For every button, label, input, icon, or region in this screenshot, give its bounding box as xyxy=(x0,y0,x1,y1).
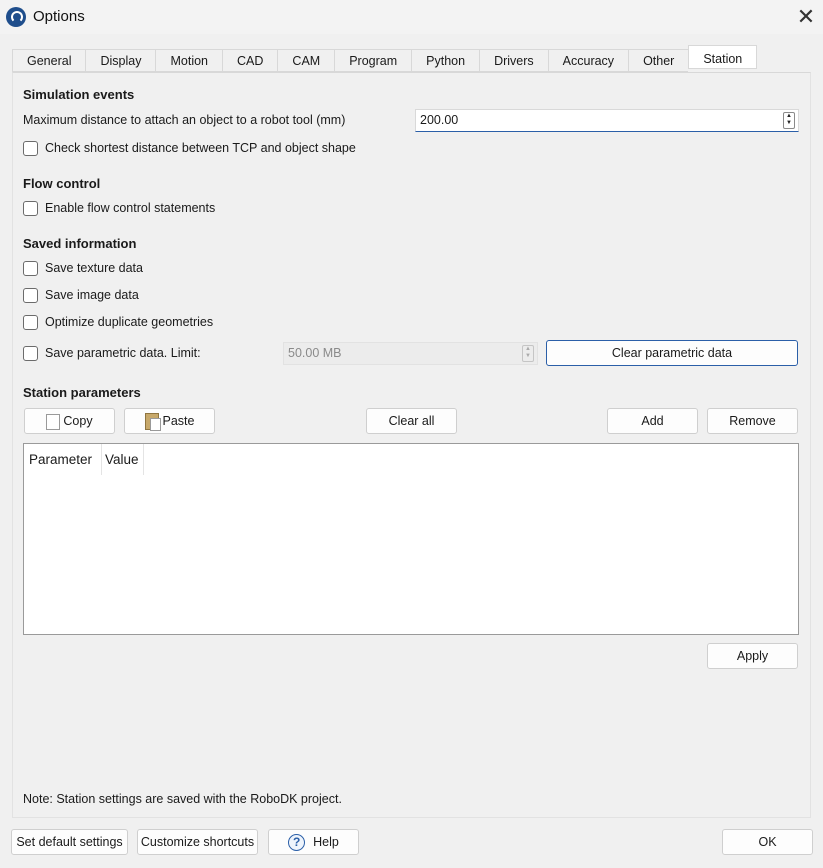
tab-program[interactable]: Program xyxy=(334,49,412,72)
attach-distance-label: Maximum distance to attach an object to … xyxy=(23,113,346,127)
add-button[interactable]: Add xyxy=(607,408,698,434)
tab-python[interactable]: Python xyxy=(411,49,480,72)
spin-arrows-icon[interactable]: ▲ ▼ xyxy=(783,112,795,129)
help-button[interactable]: ? Help xyxy=(268,829,359,855)
tab-other[interactable]: Other xyxy=(628,49,689,72)
optimize-geometries-checkbox[interactable] xyxy=(23,315,38,330)
help-label: Help xyxy=(313,835,339,849)
clear-all-button[interactable]: Clear all xyxy=(366,408,457,434)
save-parametric-label: Save parametric data. Limit: xyxy=(45,346,201,360)
spin-arrows-icon[interactable]: ▲ ▼ xyxy=(522,345,534,362)
flow-control-checkbox[interactable] xyxy=(23,201,38,216)
tab-general[interactable]: General xyxy=(12,49,86,72)
copy-label: Copy xyxy=(63,414,93,428)
ok-button[interactable]: OK xyxy=(722,829,813,855)
simulation-events-heading: Simulation events xyxy=(23,87,135,102)
station-note: Note: Station settings are saved with th… xyxy=(23,792,342,806)
shortest-distance-label: Check shortest distance between TCP and … xyxy=(45,141,356,155)
customize-shortcuts-button[interactable]: Customize shortcuts xyxy=(137,829,258,855)
tab-drivers[interactable]: Drivers xyxy=(479,49,548,72)
station-parameters-heading: Station parameters xyxy=(23,385,141,400)
parametric-limit-input[interactable]: 50.00 MB ▲ ▼ xyxy=(283,342,538,365)
help-icon: ? xyxy=(288,834,306,852)
save-texture-checkbox[interactable] xyxy=(23,261,38,276)
saved-information-heading: Saved information xyxy=(23,236,137,251)
tab-cam[interactable]: CAM xyxy=(277,49,335,72)
save-image-checkbox[interactable] xyxy=(23,288,38,303)
remove-button[interactable]: Remove xyxy=(707,408,798,434)
title-bar: Options ✕ xyxy=(0,0,823,34)
paste-icon xyxy=(144,413,161,432)
close-icon[interactable]: ✕ xyxy=(792,3,820,31)
window-title: Options xyxy=(33,8,85,25)
tab-display[interactable]: Display xyxy=(85,49,156,72)
tab-bar: General Display Motion CAD CAM Program P… xyxy=(12,45,758,72)
tab-cad[interactable]: CAD xyxy=(222,49,278,72)
paste-label: Paste xyxy=(162,414,195,428)
apply-button[interactable]: Apply xyxy=(707,643,798,669)
optimize-geometries-label: Optimize duplicate geometries xyxy=(45,315,214,329)
copy-icon xyxy=(42,410,61,430)
station-parameters-table[interactable]: Parameter Value xyxy=(23,443,799,635)
shortest-distance-checkbox[interactable] xyxy=(23,141,38,156)
copy-button[interactable]: Copy xyxy=(24,408,115,434)
tab-accuracy[interactable]: Accuracy xyxy=(547,49,629,72)
paste-button[interactable]: Paste xyxy=(124,408,215,434)
flow-control-label: Enable flow control statements xyxy=(45,201,216,215)
parametric-limit-value: 50.00 MB xyxy=(288,346,342,360)
save-texture-label: Save texture data xyxy=(45,261,143,275)
attach-distance-value: 200.00 xyxy=(420,113,459,127)
attach-distance-input[interactable]: 200.00 ▲ ▼ xyxy=(415,109,799,132)
tab-motion[interactable]: Motion xyxy=(155,49,223,72)
clear-parametric-button[interactable]: Clear parametric data xyxy=(546,340,798,366)
flow-control-heading: Flow control xyxy=(23,176,101,191)
save-parametric-checkbox[interactable] xyxy=(23,346,38,361)
column-header-value[interactable]: Value xyxy=(102,444,144,475)
set-default-settings-button[interactable]: Set default settings xyxy=(11,829,128,855)
save-image-label: Save image data xyxy=(45,288,139,302)
column-header-parameter[interactable]: Parameter xyxy=(24,444,102,475)
robodk-logo-icon xyxy=(6,7,26,27)
tab-station[interactable]: Station xyxy=(688,45,758,69)
